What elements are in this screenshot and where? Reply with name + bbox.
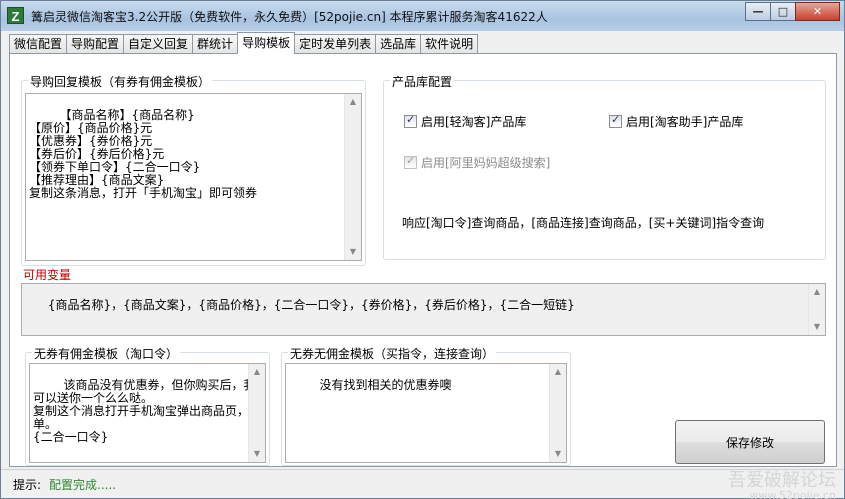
- product-library-title: 产品库配置: [390, 73, 455, 90]
- taoke-assistant-label: 启用[淘客助手]产品库: [626, 115, 744, 129]
- guide-template-textarea[interactable]: 【商品名称】{商品名称} 【原价】{商品价格}元 【优惠券】{券价格}元 【券后…: [25, 93, 362, 261]
- scroll-up-icon[interactable]: ▲: [809, 284, 825, 300]
- alimama-search-checkbox: 启用[阿里妈妈超级搜索]: [404, 154, 550, 171]
- tab-scheduled-list[interactable]: 定时发单列表: [294, 34, 377, 54]
- scroll-up-icon[interactable]: ▲: [249, 364, 265, 380]
- no-coupon-commission-title: 无券有佣金模板（淘口令）: [32, 345, 181, 362]
- variables-label: 可用变量: [23, 268, 72, 282]
- no-coupon-no-commission-group: 无券无佣金模板（买指令，连接查询） 没有找到相关的优惠券噢 ▲ ▼: [281, 345, 571, 466]
- scroll-down-icon[interactable]: ▼: [550, 446, 566, 462]
- app-icon: Z: [7, 7, 24, 24]
- variables-textarea[interactable]: {商品名称}，{商品文案}，{商品价格}，{二合一口令}，{券价格}，{券后价格…: [21, 283, 826, 336]
- tab-strip: 微信配置 导购配置 自定义回复 群统计 导购模板 定时发单列表 选品库 软件说明: [9, 32, 479, 54]
- qingtaoke-checkbox[interactable]: 启用[轻淘客]产品库: [404, 113, 526, 130]
- vertical-scrollbar[interactable]: ▲ ▼: [808, 284, 825, 335]
- guide-template-title: 导购回复模板（有券有佣金模板）: [28, 73, 213, 90]
- alimama-search-label: 启用[阿里妈妈超级搜索]: [421, 156, 551, 170]
- no-coupon-no-commission-text: 没有找到相关的优惠券噢: [319, 378, 452, 392]
- product-library-note: 响应[淘口令]查询商品，[商品连接]查询商品，[买+关键词]指令查询: [402, 216, 765, 230]
- tab-group-stats[interactable]: 群统计: [192, 34, 239, 54]
- minimize-button[interactable]: —: [745, 2, 771, 21]
- product-library-group: 产品库配置 启用[轻淘客]产品库 启用[淘客助手]产品库 启用[阿里妈妈超级搜索…: [383, 73, 826, 260]
- checkbox-checked-icon: [404, 154, 417, 169]
- guide-template-text: 【商品名称】{商品名称} 【原价】{商品价格}元 【优惠券】{券价格}元 【券后…: [29, 108, 258, 200]
- vertical-scrollbar[interactable]: ▲ ▼: [549, 364, 566, 462]
- no-coupon-commission-textarea[interactable]: 该商品没有优惠券，但你购买后，我可以送你一个么么哒。 复制这个消息打开手机淘宝弹…: [29, 363, 266, 463]
- no-coupon-no-commission-textarea[interactable]: 没有找到相关的优惠券噢 ▲ ▼: [285, 363, 567, 463]
- status-bar: 提示: 配置完成..... 吾爱破解论坛 www.52pojie.cn: [1, 469, 844, 499]
- app-window: Z 篝启灵微信淘客宝3.2公开版（免费软件，永久免费）[52pojie.cn] …: [0, 0, 845, 499]
- no-coupon-no-commission-title: 无券无佣金模板（买指令，连接查询）: [288, 345, 497, 362]
- window-title: 篝启灵微信淘客宝3.2公开版（免费软件，永久免费）[52pojie.cn] 本程…: [31, 10, 548, 24]
- tab-guide-config[interactable]: 导购配置: [66, 34, 125, 54]
- scroll-down-icon[interactable]: ▼: [345, 244, 361, 260]
- watermark: 吾爱破解论坛 www.52pojie.cn: [728, 472, 836, 499]
- tab-wechat-config[interactable]: 微信配置: [9, 34, 68, 54]
- scroll-up-icon[interactable]: ▲: [550, 364, 566, 380]
- watermark-line1: 吾爱破解论坛: [728, 470, 836, 491]
- guide-template-group: 导购回复模板（有券有佣金模板） 【商品名称】{商品名称} 【原价】{商品价格}元…: [21, 73, 366, 266]
- checkbox-checked-icon[interactable]: [404, 113, 417, 128]
- close-button[interactable]: ✕: [795, 2, 840, 21]
- vertical-scrollbar[interactable]: ▲ ▼: [344, 94, 361, 260]
- tab-guide-template[interactable]: 导购模板: [237, 32, 296, 54]
- no-coupon-commission-group: 无券有佣金模板（淘口令） 该商品没有优惠券，但你购买后，我可以送你一个么么哒。 …: [25, 345, 270, 466]
- tab-software-info[interactable]: 软件说明: [420, 34, 479, 54]
- status-label: 提示:: [13, 478, 42, 492]
- no-coupon-commission-text: 该商品没有优惠券，但你购买后，我可以送你一个么么哒。 复制这个消息打开手机淘宝弹…: [33, 378, 262, 444]
- scroll-up-icon[interactable]: ▲: [345, 94, 361, 110]
- scroll-down-icon[interactable]: ▼: [249, 446, 265, 462]
- maximize-button[interactable]: □: [770, 2, 796, 21]
- checkbox-checked-icon[interactable]: [609, 113, 622, 128]
- guide-template-panel: 导购回复模板（有券有佣金模板） 【商品名称】{商品名称} 【原价】{商品价格}元…: [9, 53, 837, 467]
- status-message: 配置完成.....: [49, 478, 117, 492]
- qingtaoke-label: 启用[轻淘客]产品库: [421, 115, 527, 129]
- title-bar[interactable]: Z 篝启灵微信淘客宝3.2公开版（免费软件，永久免费）[52pojie.cn] …: [1, 1, 844, 31]
- save-button[interactable]: 保存修改: [675, 420, 825, 464]
- watermark-line2: www.52pojie.cn: [749, 489, 836, 499]
- tab-custom-reply[interactable]: 自定义回复: [123, 34, 194, 54]
- variables-text: {商品名称}，{商品文案}，{商品价格}，{二合一口令}，{券价格}，{券后价格…: [47, 298, 575, 312]
- scroll-down-icon[interactable]: ▼: [809, 319, 825, 335]
- taoke-assistant-checkbox[interactable]: 启用[淘客助手]产品库: [609, 113, 743, 130]
- window-controls: — □ ✕: [745, 2, 840, 21]
- tab-product-library[interactable]: 选品库: [375, 34, 422, 54]
- vertical-scrollbar[interactable]: ▲ ▼: [248, 364, 265, 462]
